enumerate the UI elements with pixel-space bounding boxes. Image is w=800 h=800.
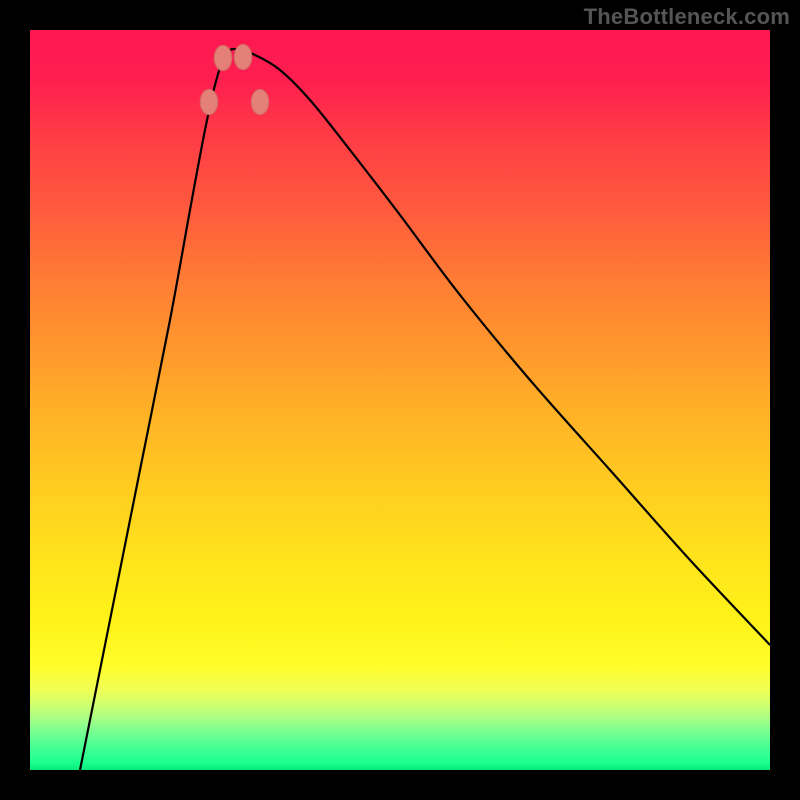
curve-marker <box>200 89 218 114</box>
chart-frame: TheBottleneck.com <box>0 0 800 800</box>
markers-svg <box>30 30 770 770</box>
plot-area <box>30 30 770 770</box>
curve-marker <box>251 89 269 114</box>
markers-group <box>200 44 269 114</box>
curve-marker <box>214 45 232 70</box>
watermark-text: TheBottleneck.com <box>584 4 790 30</box>
curve-marker <box>234 44 252 69</box>
